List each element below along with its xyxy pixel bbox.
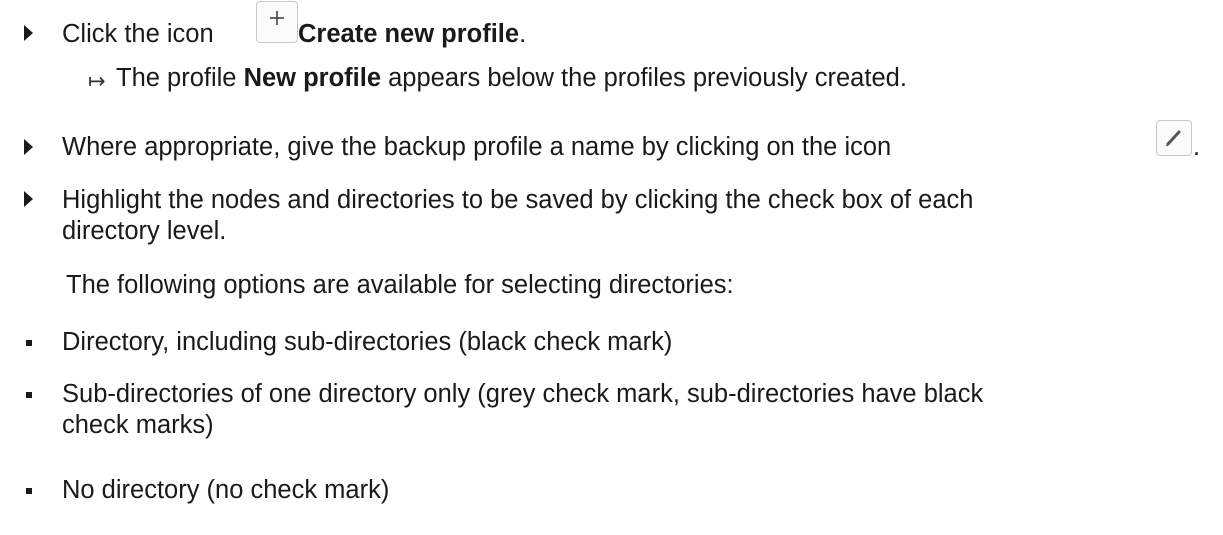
plus-icon	[270, 11, 284, 25]
option-item: No directory (no check mark)	[62, 476, 390, 504]
step-bullet-icon	[24, 139, 33, 155]
step-bullet-icon	[24, 25, 33, 41]
step-highlight-line1: Highlight the nodes and directories to b…	[62, 186, 974, 214]
result-new-profile: The profile New profile appears below th…	[116, 64, 907, 92]
create-new-profile-button[interactable]	[256, 1, 298, 43]
step-rename-profile: Where appropriate, give the backup profi…	[62, 133, 892, 161]
options-intro: The following options are available for …	[66, 271, 734, 299]
step-rename-suffix: .	[1193, 133, 1201, 161]
create-profile-label: Create new profile	[298, 20, 520, 48]
step-create-profile: Click the icon	[62, 19, 214, 50]
square-bullet-icon	[26, 392, 32, 398]
step-highlight-line2: directory level.	[62, 217, 227, 245]
square-bullet-icon	[26, 488, 32, 494]
rename-profile-button[interactable]	[1156, 120, 1192, 156]
option-item-continued: check marks)	[62, 411, 214, 439]
step-text: Click the icon	[62, 20, 214, 48]
result-arrow-icon: ↦	[88, 70, 106, 93]
new-profile-label: New profile	[243, 64, 382, 92]
step-bullet-icon	[24, 191, 33, 207]
step-create-profile-label: Create new profile.	[298, 20, 527, 48]
option-item: Sub-directories of one directory only (g…	[62, 380, 984, 408]
square-bullet-icon	[26, 340, 32, 346]
option-item: Directory, including sub-directories (bl…	[62, 328, 673, 356]
pencil-icon	[1165, 130, 1181, 147]
